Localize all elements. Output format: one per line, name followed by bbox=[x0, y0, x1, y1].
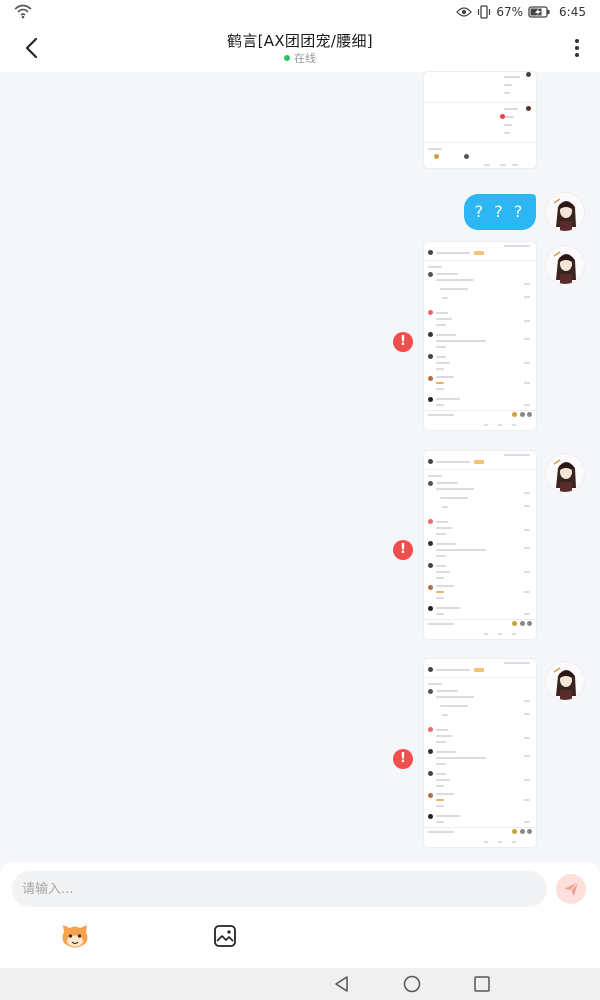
emoji-face-icon[interactable] bbox=[60, 922, 90, 950]
nav-home-icon[interactable] bbox=[403, 975, 421, 993]
image-message[interactable] bbox=[424, 242, 536, 430]
battery-charging-icon bbox=[528, 6, 550, 18]
message-composer bbox=[0, 862, 600, 968]
image-icon[interactable] bbox=[213, 924, 237, 948]
avatar[interactable] bbox=[545, 453, 585, 493]
clock: 6:45 bbox=[559, 5, 586, 19]
text-message-bubble[interactable]: ? ? ? bbox=[464, 194, 536, 230]
contact-name: 鹤言[AX团团宠/腰细] bbox=[227, 32, 373, 50]
avatar-image bbox=[546, 193, 584, 231]
avatar[interactable] bbox=[545, 245, 585, 285]
online-dot bbox=[284, 55, 290, 61]
send-icon bbox=[564, 881, 579, 896]
nav-back-icon[interactable] bbox=[333, 975, 351, 993]
system-nav-bar bbox=[0, 968, 600, 1000]
image-message-partial[interactable] bbox=[424, 72, 536, 168]
chat-header: 鹤言[AX团团宠/腰细] 在线 bbox=[0, 24, 600, 72]
status-bar: 67% 6:45 bbox=[0, 0, 600, 24]
avatar-image bbox=[546, 246, 584, 284]
send-failed-icon[interactable]: ! bbox=[393, 332, 413, 352]
send-failed-icon[interactable]: ! bbox=[393, 540, 413, 560]
battery-percentage: 67% bbox=[496, 5, 524, 19]
wifi-icon bbox=[14, 4, 32, 19]
more-vertical-icon[interactable] bbox=[568, 36, 586, 60]
online-status-label: 在线 bbox=[294, 52, 316, 65]
image-message[interactable] bbox=[424, 659, 536, 847]
avatar[interactable] bbox=[545, 661, 585, 701]
eye-comfort-icon bbox=[456, 7, 473, 17]
message-list[interactable]: ? ? ? ! ! ! bbox=[0, 72, 600, 862]
nav-recent-icon[interactable] bbox=[473, 975, 491, 993]
avatar[interactable] bbox=[545, 192, 585, 232]
vibrate-icon bbox=[478, 5, 491, 19]
chat-screen: 67% 6:45 鹤言[AX团团宠/腰细] 在线 ? ? ? ! ! ! 请输入… bbox=[0, 0, 600, 1000]
online-status: 在线 bbox=[0, 50, 600, 66]
avatar-image bbox=[546, 454, 584, 492]
send-button[interactable] bbox=[556, 874, 586, 904]
send-failed-icon[interactable]: ! bbox=[393, 749, 413, 769]
image-message[interactable] bbox=[424, 451, 536, 639]
message-input[interactable] bbox=[12, 871, 547, 907]
avatar-image bbox=[546, 662, 584, 700]
